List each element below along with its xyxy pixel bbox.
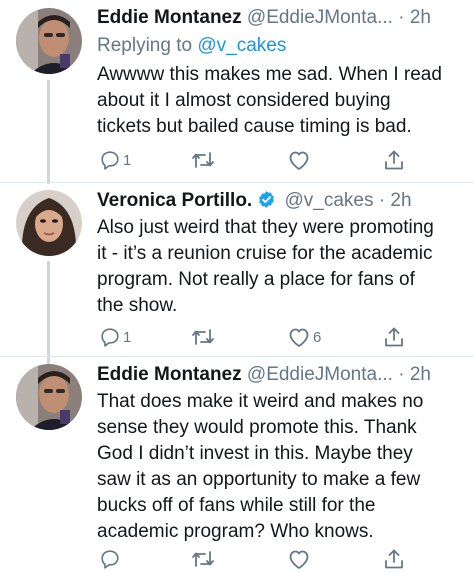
avatar[interactable] bbox=[16, 190, 82, 256]
share-icon bbox=[385, 150, 403, 170]
share-button[interactable] bbox=[383, 323, 405, 351]
tweet-text-line: sense they would promote this. Thank bbox=[97, 417, 417, 438]
tweet-text-line: Also just weird that they were promoting bbox=[97, 217, 434, 238]
tweet-text-line: Awwww this makes me sad. When I read bbox=[97, 64, 442, 85]
tweet-text: Also just weird that they were promoting… bbox=[97, 215, 465, 319]
avatar[interactable] bbox=[16, 8, 82, 74]
like-button[interactable] bbox=[287, 146, 313, 174]
timestamp[interactable]: 2h bbox=[410, 364, 431, 385]
timestamp[interactable]: 2h bbox=[390, 190, 411, 211]
reply-button[interactable] bbox=[99, 545, 123, 573]
tweet-text-line: the show. bbox=[97, 295, 178, 316]
reply-icon bbox=[101, 328, 119, 347]
retweet-button[interactable] bbox=[191, 545, 217, 573]
tweet-text-line: it - it’s a reunion cruise for the acade… bbox=[97, 243, 433, 264]
tweet-3[interactable]: Eddie Montanez @EddieJMonta... · 2h That… bbox=[0, 357, 474, 571]
thread-line bbox=[47, 261, 50, 365]
reply-icon bbox=[101, 550, 119, 569]
separator-dot: · bbox=[378, 190, 386, 211]
share-icon bbox=[385, 327, 403, 347]
replying-to-label: Replying to bbox=[97, 35, 193, 56]
tweet-header: Eddie Montanez @EddieJMonta... · 2h bbox=[97, 6, 464, 30]
retweet-icon bbox=[192, 329, 214, 345]
author-name[interactable]: Eddie Montanez bbox=[97, 7, 242, 28]
tweet-text-line: bucks off of fans while still for the bbox=[97, 495, 376, 516]
heart-icon bbox=[289, 550, 309, 569]
share-button[interactable] bbox=[383, 146, 405, 174]
tweet-2[interactable]: Veronica Portillo. @v_cakes · 2h Also ju… bbox=[0, 183, 474, 365]
author-name[interactable]: Veronica Portillo. bbox=[97, 190, 252, 211]
tweet-text-line: saw it as an opportunity to make a few bbox=[97, 469, 421, 490]
heart-icon bbox=[289, 151, 309, 170]
tweet-text-line: academic program? Who knows. bbox=[97, 521, 374, 542]
author-handle[interactable]: @EddieJMonta... bbox=[247, 7, 393, 28]
thread-line bbox=[47, 80, 50, 184]
tweet-text-line: about it I almost considered buying bbox=[97, 90, 391, 111]
tweet-text-line: That does make it weird and makes no bbox=[97, 391, 424, 412]
replying-to-line: Replying to @v_cakes bbox=[97, 34, 286, 58]
verified-badge-icon bbox=[259, 191, 275, 208]
tweet-text: That does make it weird and makes no sen… bbox=[97, 389, 465, 545]
tweet-1[interactable]: Eddie Montanez @EddieJMonta... · 2h Repl… bbox=[0, 0, 474, 190]
tweet-header: Veronica Portillo. @v_cakes · 2h bbox=[97, 189, 464, 213]
like-count: 6 bbox=[313, 328, 322, 346]
reply-icon bbox=[101, 151, 119, 170]
like-button[interactable] bbox=[287, 545, 313, 573]
tweet-text-line: program. Not really a place for fans of bbox=[97, 269, 415, 290]
share-icon bbox=[385, 549, 403, 569]
retweet-button[interactable] bbox=[191, 146, 217, 174]
reply-count: 1 bbox=[123, 151, 132, 169]
heart-icon bbox=[289, 328, 309, 347]
separator-dot: · bbox=[398, 7, 405, 28]
action-bar bbox=[97, 545, 417, 573]
tweet-text-line: tickets but bailed cause timing is bad. bbox=[97, 116, 412, 137]
retweet-button[interactable] bbox=[191, 323, 217, 351]
reply-button[interactable]: 1 bbox=[99, 146, 131, 174]
author-handle[interactable]: @EddieJMonta... bbox=[247, 364, 393, 385]
separator-dot: · bbox=[398, 364, 405, 385]
reply-button[interactable]: 1 bbox=[99, 323, 131, 351]
action-bar: 1 bbox=[97, 146, 417, 174]
author-name[interactable]: Eddie Montanez bbox=[97, 364, 242, 385]
reply-count: 1 bbox=[123, 328, 132, 346]
tweet-header: Eddie Montanez @EddieJMonta... · 2h bbox=[97, 363, 464, 387]
share-button[interactable] bbox=[383, 545, 405, 573]
timestamp[interactable]: 2h bbox=[410, 7, 431, 28]
replying-to-mention[interactable]: @v_cakes bbox=[197, 35, 286, 56]
tweet-text: Awwww this makes me sad. When I read abo… bbox=[97, 62, 465, 140]
tweet-text-line: God I didn’t invest in this. Maybe they bbox=[97, 443, 413, 464]
like-button[interactable]: 6 bbox=[287, 323, 321, 351]
retweet-icon bbox=[192, 152, 214, 168]
avatar[interactable] bbox=[16, 364, 82, 430]
author-handle[interactable]: @v_cakes bbox=[285, 190, 374, 211]
retweet-icon bbox=[192, 551, 214, 567]
action-bar: 1 6 bbox=[97, 323, 417, 351]
